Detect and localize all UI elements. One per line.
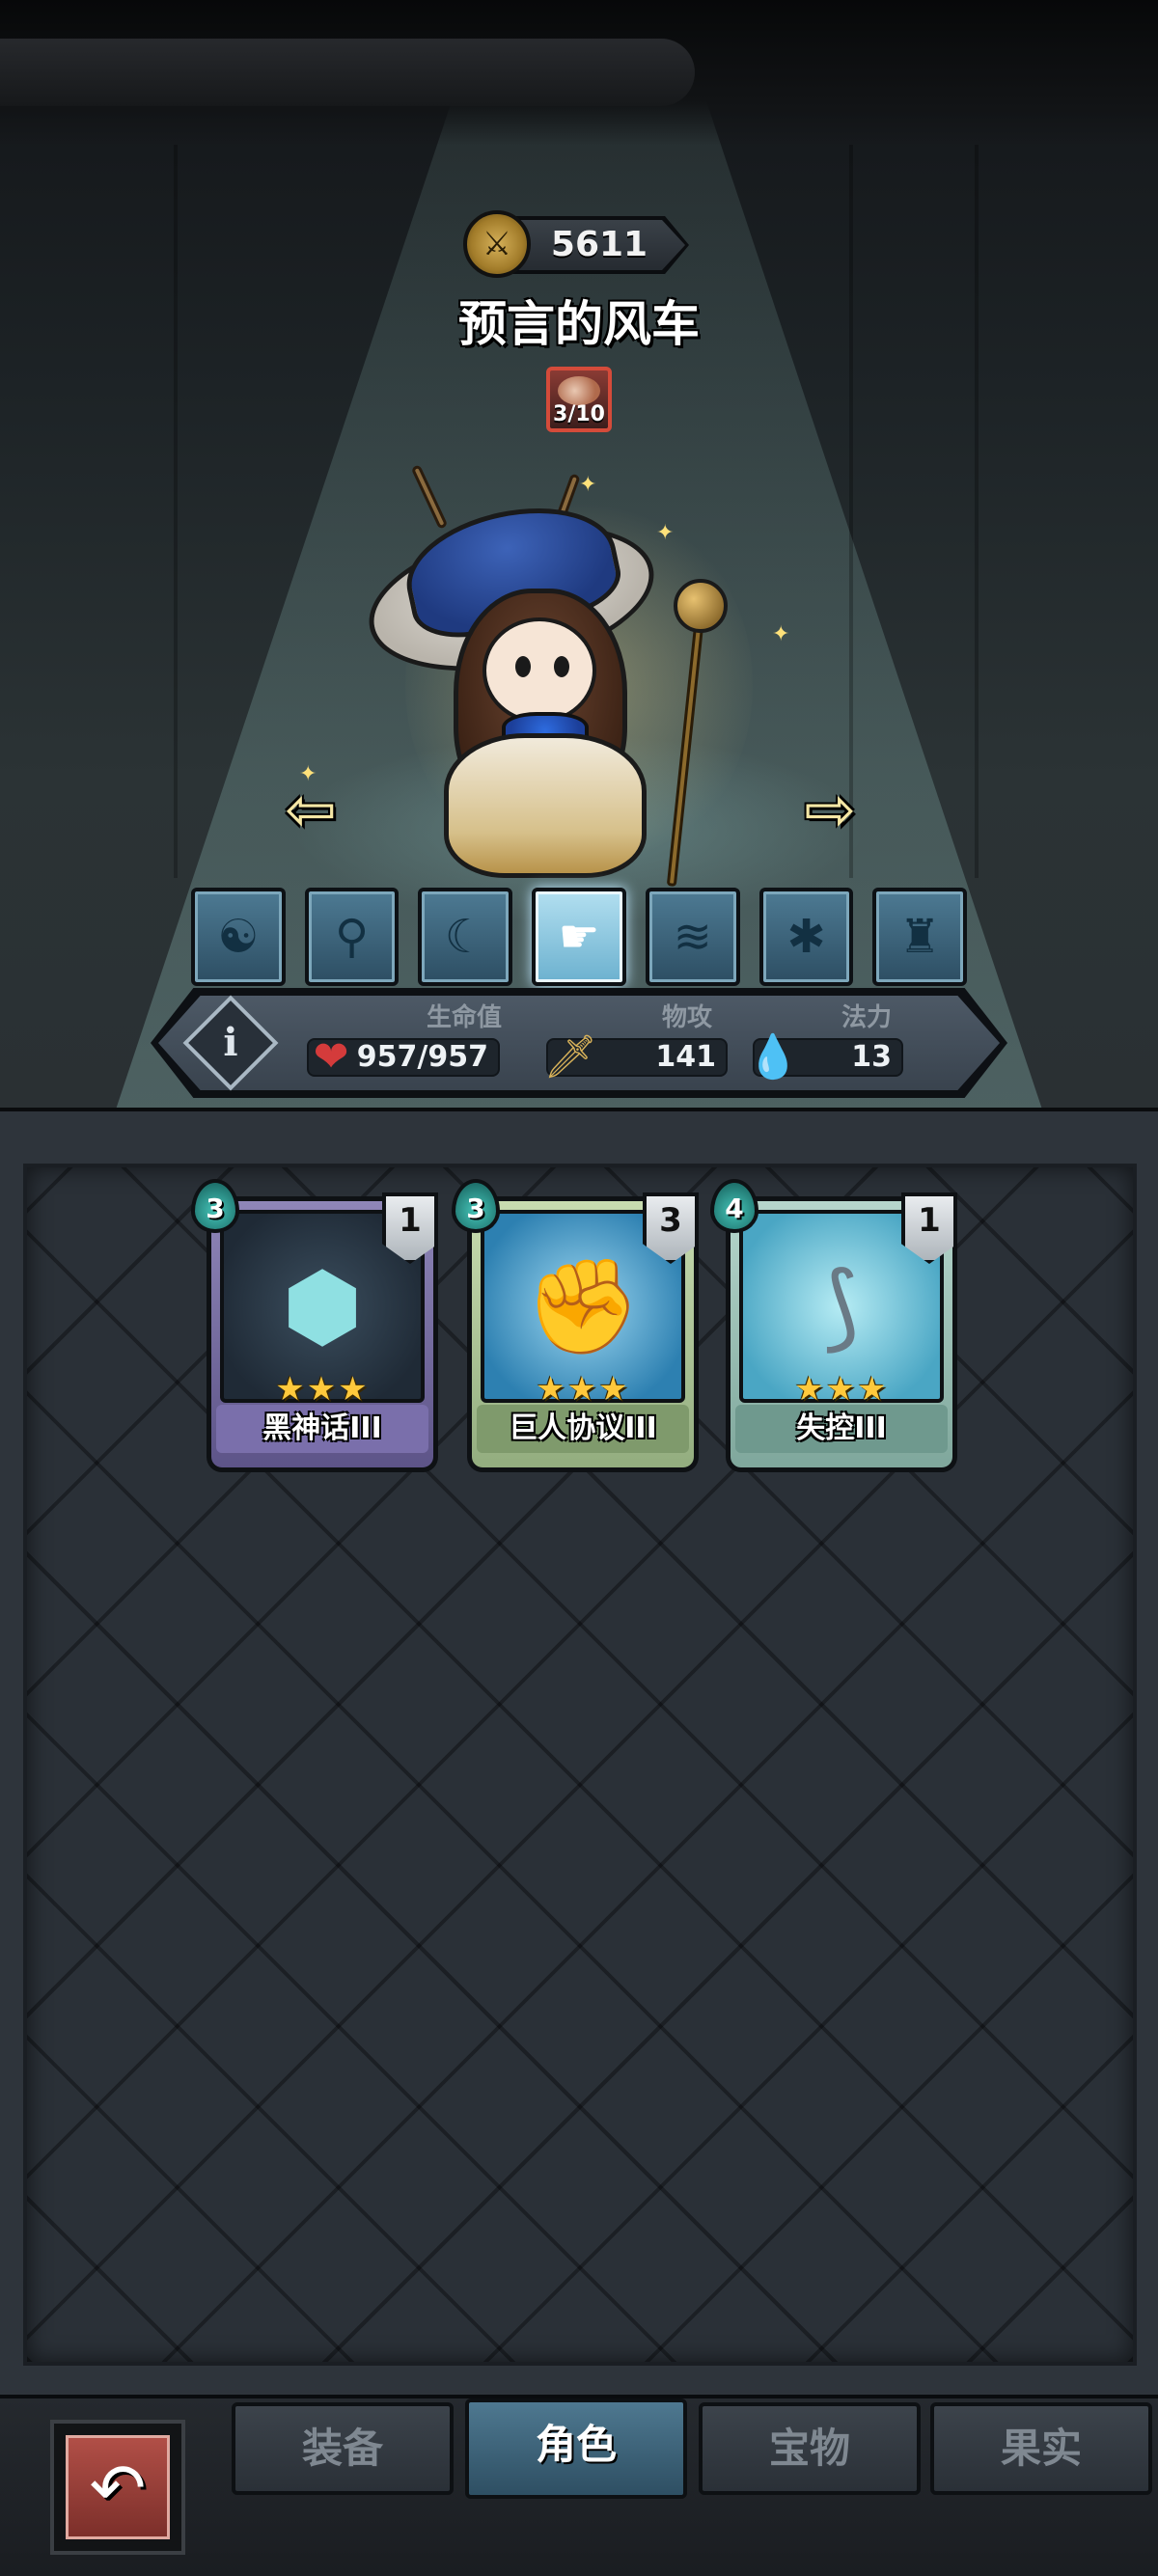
card-giant-protocol[interactable]: ✊ ★★★ 巨人协议III 3 3 [452,1179,703,1476]
card-name: 黑神话III [216,1405,428,1453]
skill-spiral-paper-icon[interactable]: ≋ [645,888,740,986]
atk-label: 物攻 [662,1003,713,1032]
shard-count: 3/10 [553,402,605,426]
sword-icon: 🗡 [543,1032,597,1082]
combat-power-badge: ⚔ 5611 [463,210,689,278]
skill-wand-icon[interactable]: ⚲ [304,888,400,986]
ceiling-pipe [0,0,1158,145]
card-stars: ★★★ [275,1370,370,1409]
skill-list: ☯ ⚲ ☾ ☛ ≋ ✱ ♜ [191,888,968,986]
heart-icon: ❤ [313,1032,349,1082]
return-arrow-icon: ↶ [66,2435,170,2539]
mp-label: 法力 [841,1003,893,1032]
skill-crescent-icon[interactable]: ☾ [418,888,513,986]
hero-shard-counter[interactable]: 3/10 [546,367,612,432]
card-out-of-control[interactable]: ⟆ ★★★ 失控III 4 1 [710,1179,961,1476]
next-hero-arrow[interactable]: ⇨ [791,780,868,841]
prev-hero-arrow[interactable]: ⇦ [272,780,349,841]
back-button[interactable]: ↶ [50,2420,185,2555]
hp-label: 生命值 [427,1003,503,1032]
skill-beetle-icon[interactable]: ✱ [758,888,854,986]
mana-flame-icon: 💧 [746,1032,800,1082]
card-black-myth[interactable]: ⬢ ★★★ 黑神话III 3 1 [191,1179,442,1476]
hero-portrait-icon [558,376,600,405]
card-stars: ★★★ [536,1370,630,1409]
character-stage: ⚔ 5611 预言的风车 3/10 ✦ ✦ ✦ ✦ ⇦ ⇨ ☯ ⚲ ☾ ☛ ≋ … [0,0,1158,1110]
skill-pointing-hand-icon[interactable]: ☛ [532,888,626,986]
card-name: 巨人协议III [477,1405,689,1453]
card-cost: 3 [191,1179,239,1233]
tab-treasure[interactable]: 宝物 [699,2402,921,2495]
skill-muscle-torso-icon[interactable]: ♜ [872,888,968,986]
tab-character[interactable]: 角色 [465,2398,687,2499]
card-cost: 3 [452,1179,500,1233]
hero-name: 预言的风车 [458,296,700,352]
info-icon: i [223,1020,238,1065]
card-stars: ★★★ [794,1370,889,1409]
card-name: 失控III [735,1405,948,1453]
hero-character: ✦ ✦ ✦ ✦ [299,453,811,897]
skill-swirl-mask-icon[interactable]: ☯ [191,888,286,986]
stats-bar: i 生命值 957/957 ❤ 物攻 141 🗡 法力 13 💧 [151,988,1007,1098]
card-cost: 4 [710,1179,758,1233]
sword-power-icon: ⚔ [463,210,531,278]
tab-fruit[interactable]: 果实 [930,2402,1152,2495]
tab-equipment[interactable]: 装备 [232,2402,454,2495]
combat-power-value: 5611 [550,225,648,264]
